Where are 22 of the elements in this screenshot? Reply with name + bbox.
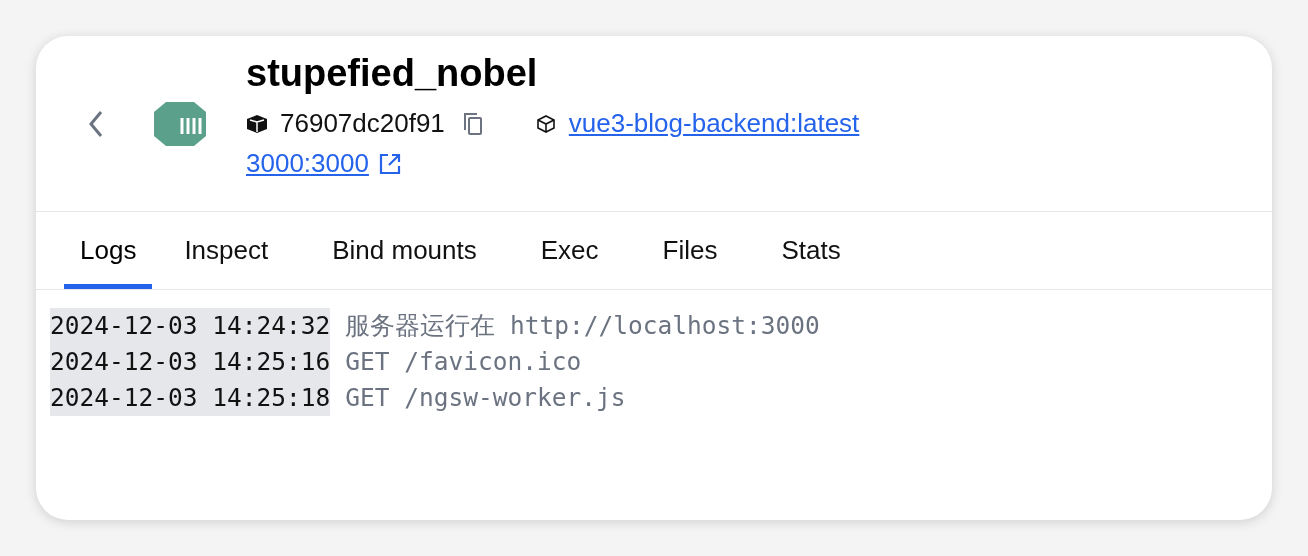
log-timestamp: 2024-12-03 14:25:18 bbox=[50, 380, 331, 416]
tab[interactable]: Inspect bbox=[152, 227, 301, 289]
back-icon bbox=[88, 109, 104, 138]
tab[interactable]: Stats bbox=[749, 227, 873, 289]
external-link-icon bbox=[378, 152, 401, 175]
tab[interactable]: Logs bbox=[64, 227, 153, 289]
log-message: GET /favicon.ico bbox=[345, 346, 582, 378]
container-icon bbox=[152, 99, 208, 148]
tab[interactable]: Bind mounts bbox=[300, 227, 509, 289]
log-message: GET /ngsw-worker.js bbox=[345, 382, 626, 414]
container-name: stupefied_nobel bbox=[246, 50, 539, 96]
port-link[interactable]: 3000:3000 bbox=[246, 144, 369, 183]
log-timestamp: 2024-12-03 14:24:32 bbox=[50, 308, 331, 344]
log-message: 服务器运行在 http://localhost:3000 bbox=[345, 310, 820, 342]
container-id: 76907dc20f91 bbox=[280, 107, 445, 140]
tab[interactable]: Exec bbox=[508, 227, 631, 289]
image-link[interactable]: vue3-blog-backend:latest bbox=[568, 104, 860, 143]
cubes-icon bbox=[534, 113, 557, 134]
log-timestamp: 2024-12-03 14:25:16 bbox=[50, 344, 331, 380]
tab[interactable]: Files bbox=[630, 227, 750, 289]
cube-icon bbox=[246, 113, 268, 134]
copy-icon bbox=[462, 111, 483, 136]
